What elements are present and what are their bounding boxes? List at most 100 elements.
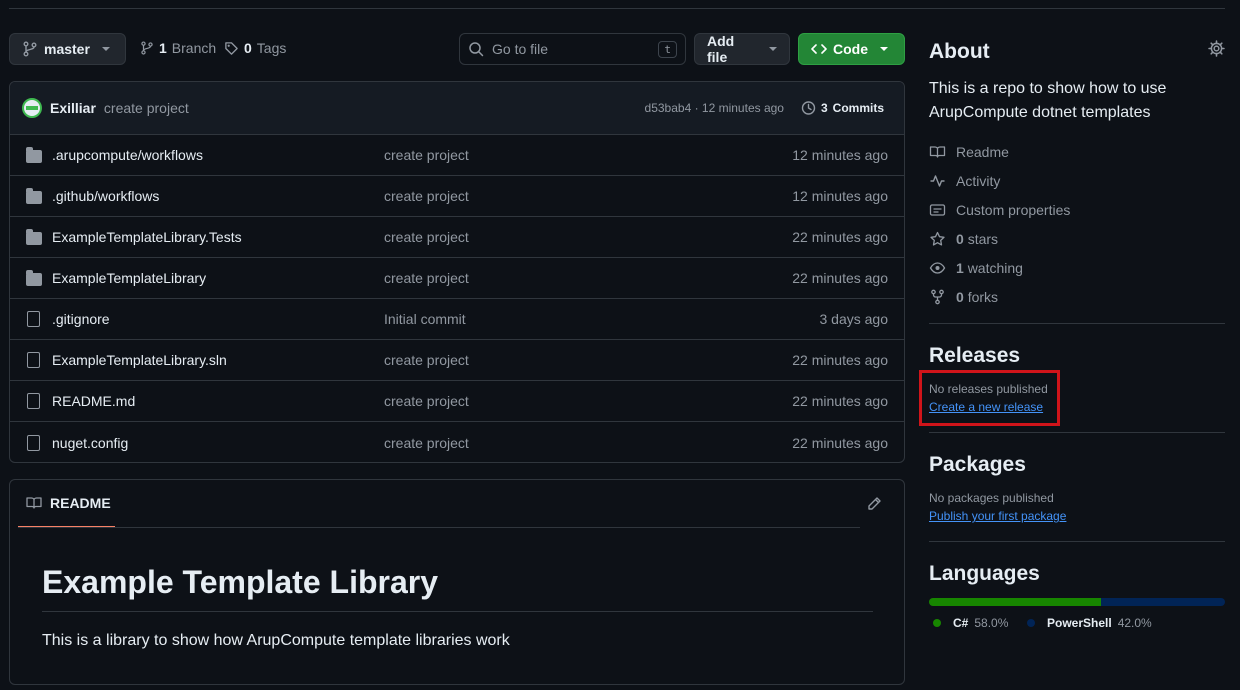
forks-link[interactable]: 0 forks — [929, 289, 998, 305]
file-name[interactable]: .github/workflows — [52, 188, 159, 204]
readme-panel: README Example Template Library This is … — [9, 479, 905, 685]
stars-link[interactable]: 0 stars — [929, 231, 998, 247]
watching-link[interactable]: 1 watching — [929, 260, 1023, 276]
file-commit-message[interactable]: create project — [384, 435, 792, 451]
file-name-cell[interactable]: .gitignore — [26, 311, 384, 327]
file-name-cell[interactable]: ExampleTemplateLibrary — [26, 269, 384, 286]
add-file-label: Add file — [707, 33, 735, 65]
git-branch-icon — [22, 41, 38, 57]
tags-link[interactable]: 0 Tags — [224, 40, 286, 56]
book-icon — [929, 144, 946, 160]
forks-label: forks — [967, 289, 999, 305]
top-divider — [9, 8, 1225, 9]
file-commit-time: 22 minutes ago — [792, 393, 888, 409]
table-row[interactable]: nuget.config create project 22 minutes ago — [10, 422, 904, 462]
custom-properties-link[interactable]: Custom properties — [929, 202, 1070, 218]
releases-title[interactable]: Releases — [929, 344, 1225, 368]
file-name[interactable]: ExampleTemplateLibrary — [52, 270, 206, 286]
file-name-cell[interactable]: .arupcompute/workflows — [26, 146, 384, 163]
chevron-down-icon — [880, 47, 888, 51]
file-name-cell[interactable]: .github/workflows — [26, 187, 384, 204]
stars-count: 0 — [956, 231, 964, 247]
table-row[interactable]: .github/workflows create project 12 minute… — [10, 176, 904, 217]
sidebar-divider — [929, 323, 1225, 324]
table-row[interactable]: .gitignore Initial commit 3 days ago — [10, 299, 904, 340]
watching-label: watching — [967, 260, 1023, 276]
latest-commit-bar: Exilliar create project d53bab4 · 12 min… — [10, 82, 904, 135]
commit-hash-time[interactable]: d53bab4 · 12 minutes ago — [645, 101, 784, 115]
tab-readme[interactable]: README — [18, 480, 115, 528]
heading-divider — [42, 611, 873, 612]
gear-icon[interactable] — [1208, 40, 1226, 57]
file-commit-message[interactable]: Initial commit — [384, 311, 820, 327]
file-commit-message[interactable]: create project — [384, 188, 792, 204]
file-commit-time: 3 days ago — [819, 311, 889, 327]
table-row[interactable]: ExampleTemplateLibrary create project 22 m… — [10, 258, 904, 299]
file-name[interactable]: README.md — [52, 393, 135, 409]
forks-count: 0 — [956, 289, 964, 305]
file-commit-message[interactable]: create project — [384, 352, 792, 368]
language-name: C# — [953, 616, 969, 630]
file-commit-message[interactable]: create project — [384, 147, 792, 163]
language-percent: 58.0% — [974, 616, 1009, 630]
file-commit-message[interactable]: create project — [384, 229, 792, 245]
branches-link[interactable]: 1 Branch — [140, 40, 216, 56]
file-name[interactable]: .gitignore — [52, 311, 110, 327]
book-icon — [26, 495, 42, 511]
folder-icon — [26, 228, 42, 245]
tag-icon — [224, 41, 239, 56]
commits-history-link[interactable]: 3 Commits — [800, 100, 884, 116]
folder-icon — [26, 146, 42, 163]
language-percent: 42.0% — [1117, 616, 1152, 630]
file-name[interactable]: ExampleTemplateLibrary.sln — [52, 352, 227, 368]
add-file-button[interactable]: Add file — [694, 33, 790, 65]
readme-link-label: Readme — [956, 144, 1009, 160]
branch-selector-button[interactable]: master — [9, 33, 126, 65]
table-row[interactable]: .arupcompute/workflows create project 12 m… — [10, 135, 904, 176]
activity-link[interactable]: Activity — [929, 173, 1000, 189]
file-commit-time: 12 minutes ago — [792, 147, 888, 163]
readme-link[interactable]: Readme — [929, 144, 1009, 160]
stars-label: stars — [967, 231, 999, 247]
go-to-file-input[interactable]: Go to file t — [459, 33, 686, 65]
search-placeholder: Go to file — [492, 41, 549, 57]
file-commit-time: 12 minutes ago — [792, 188, 888, 204]
folder-icon — [26, 269, 42, 286]
history-icon — [800, 100, 816, 116]
publish-package-link[interactable]: Publish your first package — [929, 509, 1066, 523]
commits-label: Commits — [832, 101, 884, 115]
language-bar-segment[interactable] — [1100, 598, 1225, 606]
file-commit-message[interactable]: create project — [384, 270, 792, 286]
language-bar-segment[interactable] — [929, 598, 1101, 606]
sidebar-divider — [929, 541, 1225, 542]
readme-heading: Example Template Library — [42, 564, 438, 600]
git-branch-icon — [140, 40, 154, 56]
language-color-dot — [933, 619, 941, 627]
language-item[interactable]: C# 58.0% — [933, 616, 1008, 630]
folder-icon — [26, 187, 42, 204]
file-name[interactable]: ExampleTemplateLibrary.Tests — [52, 229, 242, 245]
code-button[interactable]: Code — [798, 33, 905, 65]
language-color-dot — [1027, 619, 1035, 627]
file-name-cell[interactable]: ExampleTemplateLibrary.Tests — [26, 228, 384, 245]
table-row[interactable]: ExampleTemplateLibrary.sln create project… — [10, 340, 904, 381]
eye-icon — [929, 260, 946, 276]
tag-label: Tags — [256, 40, 287, 56]
file-name[interactable]: nuget.config — [52, 435, 128, 451]
file-name[interactable]: .arupcompute/workflows — [52, 147, 203, 163]
edit-pencil-icon[interactable] — [866, 496, 882, 512]
packages-title[interactable]: Packages — [929, 453, 1225, 477]
avatar[interactable] — [22, 98, 42, 118]
file-name-cell[interactable]: nuget.config — [26, 434, 384, 451]
readme-tab-divider — [18, 527, 860, 528]
file-name-cell[interactable]: README.md — [26, 393, 384, 409]
table-row[interactable]: ExampleTemplateLibrary.Tests create proje… — [10, 217, 904, 258]
file-commit-message[interactable]: create project — [384, 393, 792, 409]
commit-author[interactable]: Exilliar — [50, 100, 96, 116]
language-item[interactable]: PowerShell 42.0% — [1027, 616, 1152, 630]
star-icon — [929, 231, 946, 247]
file-name-cell[interactable]: ExampleTemplateLibrary.sln — [26, 352, 384, 368]
commit-message[interactable]: create project — [104, 100, 189, 116]
branch-label: Branch — [171, 40, 217, 56]
table-row[interactable]: README.md create project 22 minutes ago — [10, 381, 904, 422]
